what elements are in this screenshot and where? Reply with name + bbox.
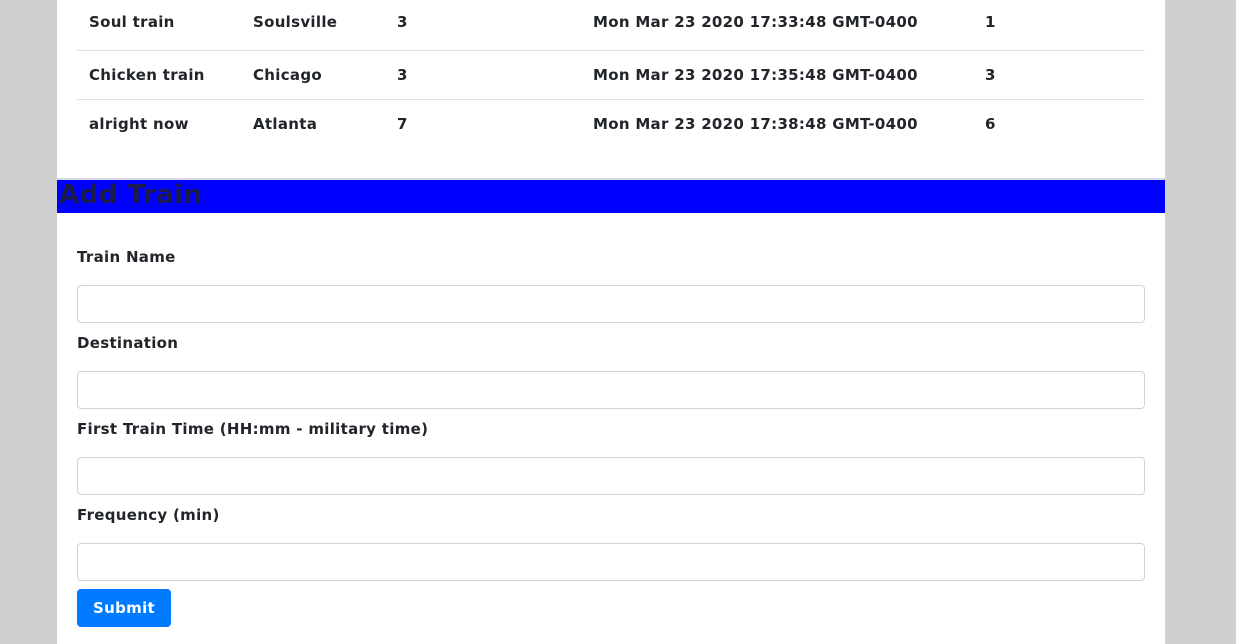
train-name-cell: alright now (89, 115, 189, 133)
minutes-away-cell: 3 (973, 50, 1145, 100)
first-train-time-field-group: First Train Time (HH:mm - military time) (77, 420, 1145, 495)
train-name-field-group: Train Name (77, 248, 1145, 323)
table-row: Chicken train Chicago 3 Mon Mar 23 2020 … (77, 50, 1145, 100)
destination-input[interactable] (77, 371, 1145, 409)
frequency-cell: 7 (397, 115, 408, 133)
add-train-title: Add Train (59, 180, 203, 210)
submit-button[interactable]: Submit (77, 589, 171, 627)
minutes-away-cell: 6 (985, 115, 996, 133)
frequency-cell: 3 (385, 0, 581, 51)
table-row: alright now Atlanta 7 Mon Mar 23 2020 17… (77, 100, 1145, 149)
frequency-field-group: Frequency (min) (77, 506, 1145, 581)
destination-cell: Chicago (241, 50, 385, 100)
next-arrival-cell: Mon Mar 23 2020 17:38:48 GMT-0400 (593, 115, 918, 133)
first-train-time-label: First Train Time (HH:mm - military time) (77, 420, 429, 438)
first-train-time-input[interactable] (77, 457, 1145, 495)
destination-cell: Soulsville (241, 0, 385, 51)
train-name-cell: Soul train (77, 0, 241, 51)
destination-cell: Atlanta (253, 115, 318, 133)
frequency-cell: 3 (385, 50, 581, 100)
table-row: Soul train Soulsville 3 Mon Mar 23 2020 … (77, 0, 1145, 51)
train-name-input[interactable] (77, 285, 1145, 323)
destination-field-group: Destination (77, 334, 1145, 409)
train-name-cell: Chicken train (77, 50, 241, 100)
next-arrival-cell: Mon Mar 23 2020 17:35:48 GMT-0400 (581, 50, 973, 100)
destination-label: Destination (77, 334, 179, 352)
minutes-away-cell: 1 (973, 0, 1145, 51)
main-container: Soul train Soulsville 3 Mon Mar 23 2020 … (57, 0, 1165, 644)
add-train-header: Add Train (57, 180, 1165, 213)
train-schedule-table: Soul train Soulsville 3 Mon Mar 23 2020 … (77, 0, 1145, 148)
train-name-label: Train Name (77, 248, 176, 266)
next-arrival-cell: Mon Mar 23 2020 17:33:48 GMT-0400 (581, 0, 973, 51)
frequency-label: Frequency (min) (77, 506, 220, 524)
frequency-input[interactable] (77, 543, 1145, 581)
